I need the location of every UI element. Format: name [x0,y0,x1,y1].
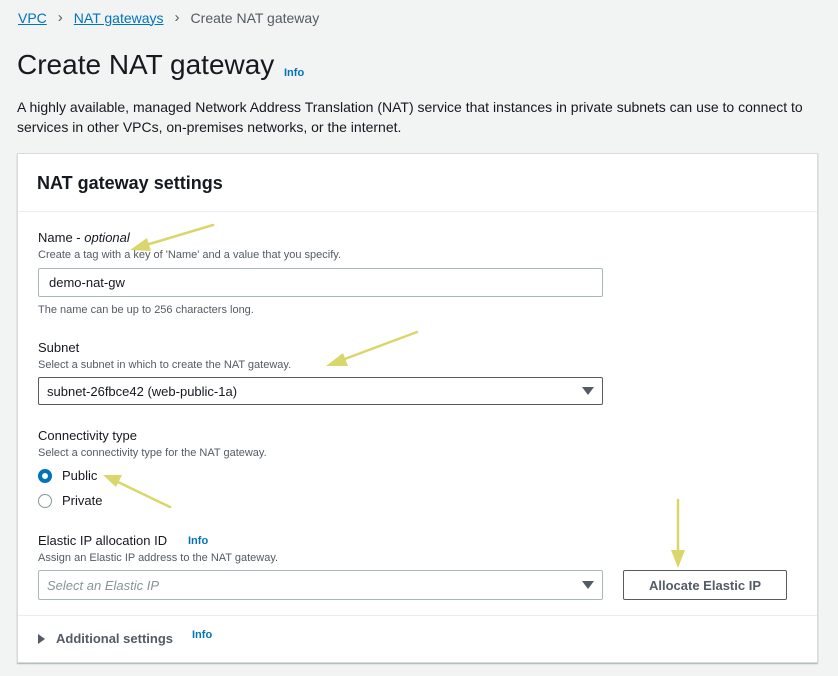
name-label: Name - optional [38,230,130,245]
elastic-ip-select[interactable]: Select an Elastic IP [38,570,603,600]
radio-unchecked-icon[interactable] [38,493,52,508]
additional-settings-toggle[interactable]: Additional settings [38,631,173,646]
connectivity-public-label: Public [62,468,98,483]
connectivity-private-option[interactable]: Private [38,493,102,508]
name-description: Create a tag with a key of 'Name' and a … [38,249,341,261]
breadcrumb-current: Create NAT gateway [190,9,320,26]
connectivity-description: Select a connectivity type for the NAT g… [38,447,267,459]
breadcrumb-vpc-link[interactable]: VPC [18,10,47,26]
connectivity-private-label: Private [62,493,103,508]
name-optional-label: optional [84,230,130,245]
elastic-ip-info-link[interactable]: Info [188,535,208,547]
elastic-ip-label: Elastic IP allocation ID [38,533,168,548]
elastic-ip-description: Assign an Elastic IP address to the NAT … [38,552,279,564]
chevron-right-icon: › [57,9,63,26]
page-title: Create NAT gateway [17,49,275,80]
caret-right-icon [38,633,45,644]
page-description: A highly available, managed Network Addr… [17,99,803,135]
subnet-select-value: subnet-26fbce42 (web-public-1a) [47,383,238,399]
caret-down-icon [582,581,594,589]
name-label-text: Name - [38,230,85,245]
panel-header: NAT gateway settings [18,154,817,212]
caret-down-icon [582,387,594,395]
divider [18,615,817,616]
nat-gateway-settings-panel: NAT gateway settings Name - optional Cre… [17,153,818,663]
breadcrumb-nat-gateways-link[interactable]: NAT gateways [74,10,164,26]
name-constraint: The name can be up to 256 characters lon… [38,304,254,316]
subnet-select[interactable]: subnet-26fbce42 (web-public-1a) [38,377,603,405]
radio-checked-icon[interactable] [38,468,52,483]
allocate-elastic-ip-button[interactable]: Allocate Elastic IP [623,570,787,600]
connectivity-public-option[interactable]: Public [38,468,97,483]
panel-title: NAT gateway settings [37,173,223,193]
additional-settings-info-link[interactable]: Info [192,629,212,641]
subnet-description: Select a subnet in which to create the N… [38,359,292,371]
name-input[interactable] [38,268,603,297]
subnet-label: Subnet [38,340,80,355]
chevron-right-icon: › [174,9,180,26]
breadcrumb: VPC › NAT gateways › Create NAT gateway [18,9,319,26]
connectivity-label: Connectivity type [38,428,137,443]
additional-settings-label: Additional settings [56,631,173,646]
page-info-link[interactable]: Info [284,67,304,79]
elastic-ip-placeholder: Select an Elastic IP [47,577,159,593]
